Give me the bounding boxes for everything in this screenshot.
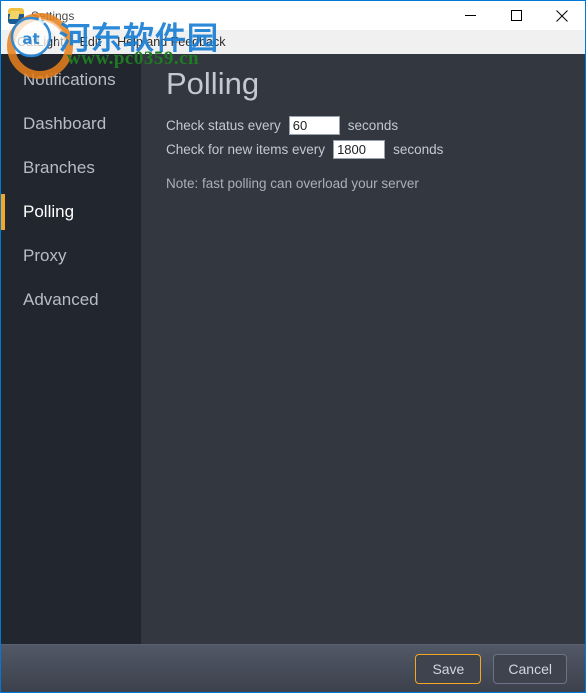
menu-item-help-and-feedback[interactable]: Help and Feedback [109,33,233,51]
page-title: Polling [166,66,260,101]
check-status-unit-label: seconds [347,117,399,133]
check-status-label: Check status every [166,117,281,133]
sidebar-item-label: Dashboard [23,114,107,133]
title-bar: Settings [1,1,585,30]
app-folder-icon [8,7,24,24]
sidebar-item-dashboard[interactable]: Dashboard [1,102,141,146]
menu-item-edit[interactable]: Edit [72,33,110,51]
menu-item-catlight[interactable]: CatLight [9,33,72,51]
settings-sidebar: Notifications Dashboard Branches Polling… [1,54,141,644]
save-button[interactable]: Save [415,653,482,684]
sidebar-item-notifications[interactable]: Notifications [1,58,141,102]
sidebar-item-branches[interactable]: Branches [1,146,141,190]
sidebar-item-label: Advanced [23,290,99,309]
maximize-button[interactable] [493,1,539,30]
sidebar-item-advanced[interactable]: Advanced [1,278,141,322]
app-body: Notifications Dashboard Branches Polling… [1,54,585,692]
close-button[interactable] [539,1,585,30]
check-status-row: Check status every seconds [166,115,585,135]
check-new-items-label: Check for new items every [166,141,326,157]
check-new-items-unit-label: seconds [393,141,444,157]
check-new-items-row: Check for new items every seconds [166,139,585,159]
sidebar-item-polling[interactable]: Polling [1,190,141,234]
sidebar-item-label: Branches [23,158,95,177]
settings-window: Settings CatLight Edit Help and Feedback… [0,0,586,693]
check-status-interval-input[interactable] [288,115,340,135]
dialog-footer: Save Cancel [1,644,585,692]
minimize-button[interactable] [447,1,493,30]
sidebar-item-label: Notifications [23,70,116,89]
sidebar-item-proxy[interactable]: Proxy [1,234,141,278]
title-bar-left: Settings [1,7,447,24]
sidebar-item-label: Proxy [23,246,67,265]
window-title: Settings [31,8,75,23]
menu-bar: CatLight Edit Help and Feedback [1,30,585,54]
check-new-items-interval-input[interactable] [333,139,386,159]
settings-content-panel: Polling Check status every seconds Check… [141,54,585,644]
sidebar-item-label: Polling [23,202,75,221]
cancel-button[interactable]: Cancel [493,653,567,684]
polling-note: Note: fast polling can overload your ser… [166,175,419,191]
